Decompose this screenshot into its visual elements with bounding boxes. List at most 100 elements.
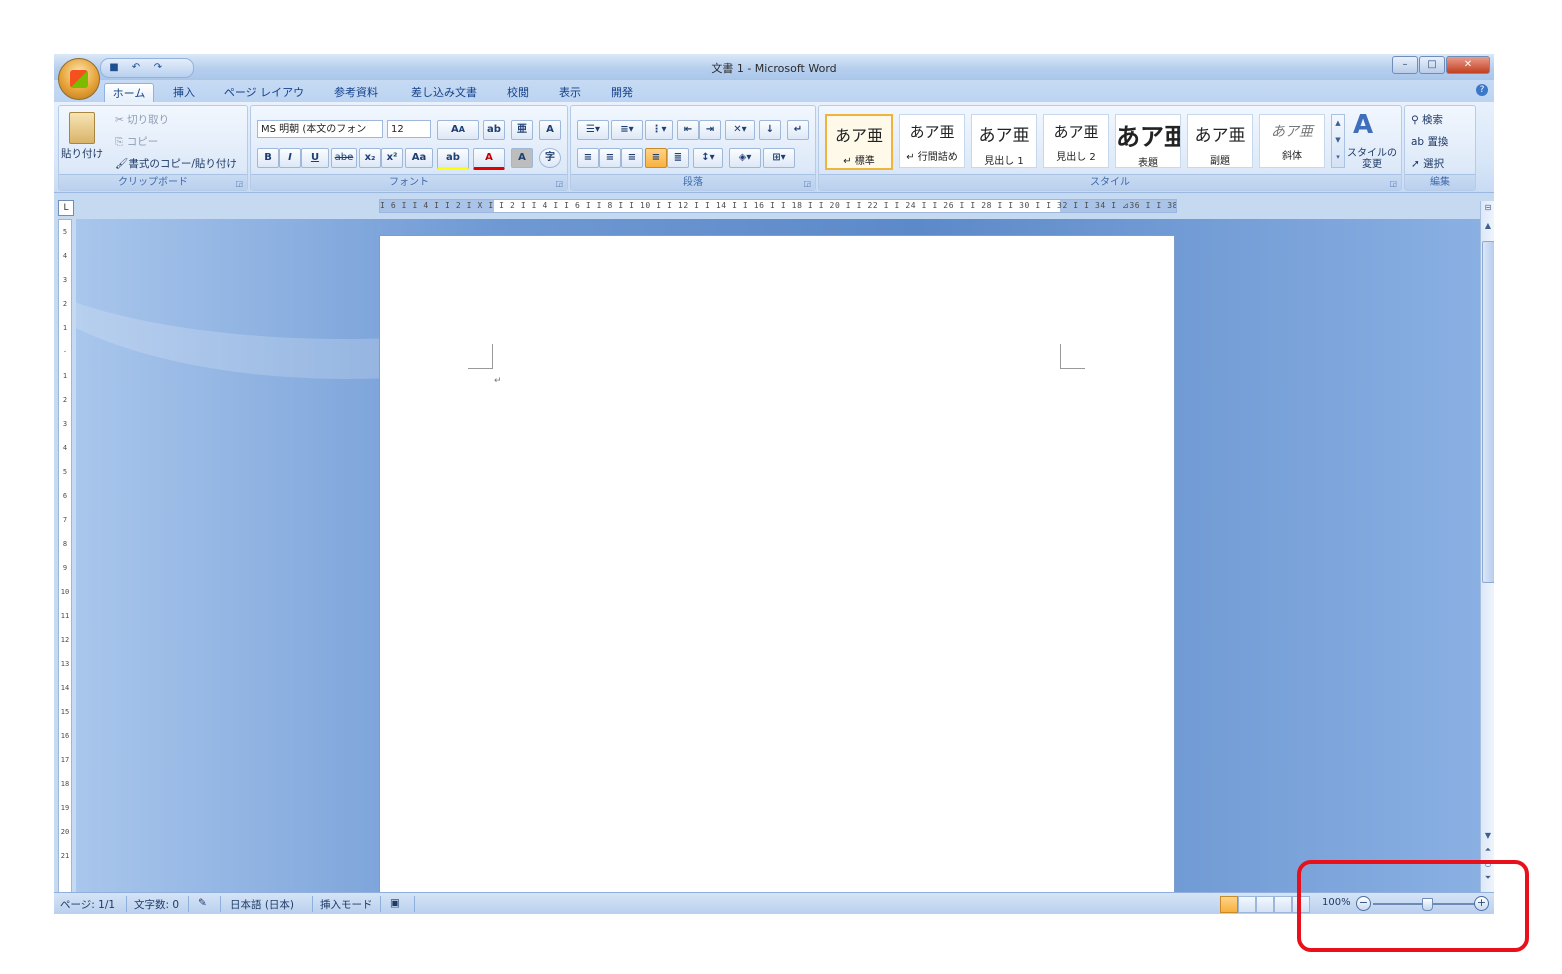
full-screen-reading-view-button[interactable] [1238,896,1256,913]
tab-view[interactable]: 表示 [552,83,588,102]
style-tile-heading1[interactable]: あア亜 見出し 1 [971,114,1037,168]
change-case-button[interactable]: Aa [405,148,433,168]
char-shading-button[interactable]: A [511,148,533,168]
dialog-launcher-icon[interactable]: ◲ [235,179,243,188]
undo-icon[interactable]: ↶ [129,62,143,74]
show-marks-button[interactable]: ↵ [787,120,809,140]
line-spacing-button[interactable]: ↕▾ [693,148,723,168]
style-tile-heading2[interactable]: あア亜 見出し 2 [1043,114,1109,168]
minimize-button[interactable]: – [1392,56,1418,74]
web-layout-view-button[interactable] [1256,896,1274,913]
macro-record-icon[interactable]: ▣ [390,897,400,909]
status-separator [188,896,189,912]
tab-page-layout[interactable]: ページ レイアウト [222,83,306,118]
style-gallery-scroll[interactable]: ▲ ▼ ▾ [1331,114,1345,168]
print-layout-view-button[interactable] [1220,896,1238,913]
sort-button[interactable]: ↓ [759,120,781,140]
word-window: 文書 1 - Microsoft Word ■ ↶ ↷ – □ ✕ ホーム 挿入 ページ… [54,54,1494,914]
font-color-button[interactable]: A [473,148,505,170]
office-button[interactable] [58,58,100,100]
paste-icon[interactable] [69,112,95,144]
select-button[interactable]: ➚ 選択 [1411,156,1444,171]
cut-icon: ✂ [115,114,128,126]
numbering-button[interactable]: ≡▾ [611,120,643,140]
previous-page-icon[interactable]: ⏶ [1481,845,1494,857]
scroll-up-icon[interactable]: ▲ [1481,221,1494,233]
style-tile-title[interactable]: あア亜 表題 [1115,114,1181,169]
page-count[interactable]: ページ: 1/1 [60,897,115,912]
vertical-ruler[interactable]: 5 4 3 2 1 · 1 2 3 4 5 6 7 8 9 10 11 12 13 14 15 16 17 18 19 20 21 [58,219,72,894]
dialog-launcher-icon[interactable]: ◲ [1389,179,1397,188]
distributed-button[interactable]: ≣ [667,148,689,168]
tab-review[interactable]: 校閲 [500,83,536,102]
clear-format-button[interactable]: ab [483,120,505,140]
asian-layout-button[interactable]: ✕▾ [725,120,755,140]
align-right-button[interactable]: ≡ [621,148,643,168]
align-center-button[interactable]: ≡ [599,148,621,168]
grow-shrink-font-button[interactable]: AA [437,120,479,140]
justify-button[interactable]: ≡ [645,148,667,168]
decrease-indent-button[interactable]: ⇤ [677,120,699,140]
maximize-button[interactable]: □ [1419,56,1445,74]
multilevel-list-button[interactable]: ⋮▾ [645,120,673,140]
style-tile-no-spacing[interactable]: あア亜 ↵ 行間詰め [899,114,965,168]
paste-button[interactable]: 貼り付け [61,146,103,161]
word-count[interactable]: 文字数: 0 [134,897,179,912]
format-painter-button[interactable]: 🖌書式のコピー/貼り付け [115,156,237,171]
bold-button[interactable]: B [257,148,279,168]
outline-view-button[interactable] [1274,896,1292,913]
change-styles-button[interactable]: スタイルの 変更 [1347,148,1397,170]
redo-icon[interactable]: ↷ [151,62,165,74]
help-icon[interactable]: ? [1476,84,1488,96]
close-button[interactable]: ✕ [1446,56,1490,74]
borders-button[interactable]: ⊞▾ [763,148,795,168]
tab-developer[interactable]: 開発 [604,83,640,102]
scroll-thumb[interactable] [1482,241,1494,583]
proofing-icon[interactable]: ✎ [198,897,207,909]
scroll-down-icon[interactable]: ▼ [1481,831,1494,843]
align-left-button[interactable]: ≡ [577,148,599,168]
title-bar: 文書 1 - Microsoft Word ■ ↶ ↷ – □ ✕ [54,54,1494,80]
superscript-button[interactable]: x² [381,148,403,168]
increase-indent-button[interactable]: ⇥ [699,120,721,140]
tab-insert[interactable]: 挿入 [166,83,202,102]
vertical-ruler-tick: 4 [62,444,68,452]
style-tile-normal[interactable]: あア亜 ↵ 標準 [825,114,893,170]
dialog-launcher-icon[interactable]: ◲ [803,179,811,188]
tab-selector-button[interactable]: L [58,200,74,216]
ruler-toggle-icon[interactable]: ⊟ [1481,203,1494,215]
horizontal-ruler[interactable]: I 6 I I 4 I I 2 I X I I 2 I I 4 I I 6 I … [379,199,1177,213]
font-name-combo[interactable]: MS 明朝 (本文のフォン [257,120,383,138]
cursor-icon: ➚ [1411,158,1424,170]
shading-button[interactable]: ◈▾ [729,148,761,168]
style-tile-subtitle[interactable]: あア亜 副題 [1187,114,1253,168]
vertical-ruler-tick: 3 [62,420,68,428]
underline-button[interactable]: U [301,148,329,168]
italic-button[interactable]: I [279,148,301,168]
style-tile-emphasis[interactable]: あア亜 斜体 [1259,114,1325,168]
enclose-char-button[interactable]: 字 [539,148,561,168]
document-page[interactable]: ↵ [379,235,1175,892]
phonetic-guide-button[interactable]: 亜 [511,120,533,140]
tab-mailings[interactable]: 差し込み文書 [404,83,484,102]
replace-button[interactable]: ab 置換 [1411,134,1448,149]
save-icon[interactable]: ■ [107,62,121,74]
char-border-button[interactable]: A [539,120,561,140]
vertical-ruler-tick: 3 [62,276,68,284]
tab-references[interactable]: 参考資料 [326,83,386,102]
cut-button[interactable]: ✂ 切り取り [115,112,169,127]
copy-button[interactable]: ⎘ コピー [115,134,158,149]
dialog-launcher-icon[interactable]: ◲ [555,179,563,188]
tab-home[interactable]: ホーム [104,83,154,103]
vertical-ruler-tick: · [62,348,68,356]
office-logo-icon [70,70,88,88]
insert-mode-indicator[interactable]: 挿入モード [320,897,373,912]
find-button[interactable]: ⚲ 検索 [1411,112,1443,127]
bullets-button[interactable]: ☰▾ [577,120,609,140]
language-indicator[interactable]: 日本語 (日本) [230,897,294,912]
font-size-combo[interactable]: 12 [387,120,431,138]
highlight-color-button[interactable]: ab [437,148,469,170]
vertical-scrollbar[interactable]: ⊟ ▲ ▼ ⏶ ○ ⏷ [1480,201,1494,892]
strikethrough-button[interactable]: abe [331,148,357,168]
subscript-button[interactable]: x₂ [359,148,381,168]
